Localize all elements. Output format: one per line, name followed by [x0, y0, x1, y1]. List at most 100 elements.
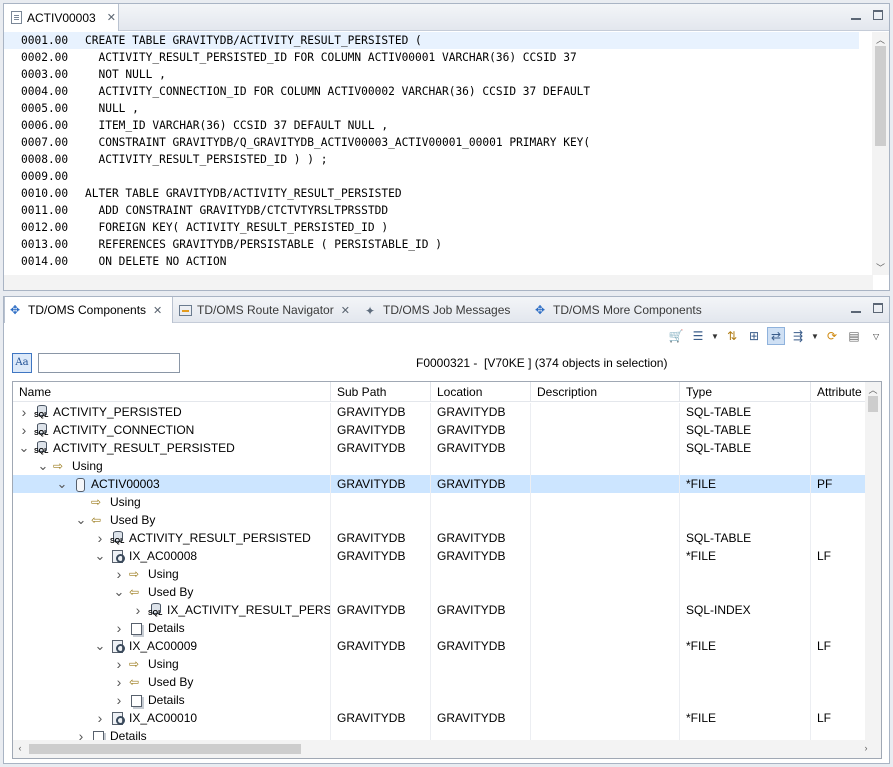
tree-row[interactable]: › ACTIVITY_PERSISTED GRAVITYDBGRAVITYDB SQL… — [13, 403, 871, 421]
scrollbar-thumb[interactable] — [868, 396, 878, 412]
minimize-icon[interactable] — [851, 303, 861, 313]
column-header-description[interactable]: Description — [531, 382, 680, 402]
tree-row[interactable]: ⌄ ACTIV00003 GRAVITYDB GRAVITYDB *FILE PF — [13, 475, 871, 493]
code-line[interactable]: 0010.00 ALTER TABLE GRAVITYDB/ACTIVITY_RE… — [4, 185, 859, 202]
chevron-down-icon[interactable]: ⌄ — [94, 637, 106, 655]
code-line[interactable]: 0001.00 CREATE TABLE GRAVITYDB/ACTIVITY_R… — [4, 32, 859, 49]
tree-horizontal-scrollbar[interactable]: ‹ › — [13, 740, 881, 758]
chevron-down-icon[interactable]: ▼ — [811, 332, 819, 341]
close-icon[interactable]: ✕ — [153, 304, 162, 317]
chevron-down-icon[interactable]: ⌄ — [75, 511, 87, 529]
editor-horizontal-scrollbar[interactable] — [4, 275, 873, 290]
chevron-right-icon[interactable]: › — [113, 655, 125, 673]
code-area[interactable]: 0001.00 CREATE TABLE GRAVITYDB/ACTIVITY_R… — [4, 32, 859, 276]
expand-icon[interactable]: ⊞ — [745, 327, 763, 345]
tree-row[interactable]: › IX_AC00010 GRAVITYDB GRAVITYDB *FILE LF — [13, 709, 871, 727]
link-with-selection-icon[interactable]: ⇄ — [767, 327, 785, 345]
chevron-right-icon[interactable]: › — [113, 565, 125, 583]
refresh-icon[interactable]: ⟳ — [823, 327, 841, 345]
scroll-up-icon[interactable]: ︿ — [872, 33, 889, 46]
chevron-down-icon[interactable]: ⌄ — [18, 439, 30, 457]
scroll-right-icon[interactable]: › — [859, 743, 873, 753]
code-line[interactable]: 0007.00 CONSTRAINT GRAVITYDB/Q_GRAVITYDB… — [4, 134, 859, 151]
cart-icon[interactable]: 🛒 — [667, 327, 685, 345]
code-line[interactable]: 0011.00 ADD CONSTRAINT GRAVITYDB/CTCTVTY… — [4, 202, 859, 219]
tab-route-navigator[interactable]: TD/OMS Route Navigator ✕ — [174, 297, 357, 323]
chevron-down-icon[interactable]: ⌄ — [56, 475, 68, 493]
scroll-up-icon[interactable]: ︿ — [865, 383, 881, 396]
tree-row[interactable]: ⌄ Using — [13, 457, 871, 475]
case-sensitive-icon[interactable]: Aa — [12, 353, 32, 373]
chevron-right-icon[interactable]: › — [113, 673, 125, 691]
code-line[interactable]: 0004.00 ACTIVITY_CONNECTION_ID FOR COLUM… — [4, 83, 859, 100]
column-header-name[interactable]: Name — [13, 382, 331, 402]
tree-row[interactable]: ⌄ ACTIVITY_RESULT_PERSISTED GRAVITYDBGRAVI… — [13, 439, 871, 457]
column-header-type[interactable]: Type — [680, 382, 811, 402]
tree-row[interactable]: ⌄ Used By — [13, 511, 871, 529]
column-header-subpath[interactable]: Sub Path — [331, 382, 431, 402]
tree-row[interactable]: › Details — [13, 619, 871, 637]
tree-row[interactable]: ⌄ IX_AC00009 GRAVITYDB GRAVITYDB *FILE LF — [13, 637, 871, 655]
tree-row[interactable]: › Details — [13, 691, 871, 709]
code-line[interactable]: 0009.00 — [4, 168, 859, 185]
chevron-down-icon[interactable]: ⌄ — [37, 457, 49, 475]
chevron-right-icon[interactable]: › — [132, 601, 144, 619]
close-icon[interactable]: ✕ — [107, 11, 116, 24]
chevron-down-icon[interactable]: ⌄ — [113, 583, 125, 601]
scrollbar-thumb[interactable] — [29, 744, 301, 754]
tree-row[interactable]: › ACTIVITY_CONNECTION GRAVITYDBGRAVITYDB SQ… — [13, 421, 871, 439]
code-line[interactable]: 0008.00 ACTIVITY_RESULT_PERSISTED_ID ) )… — [4, 151, 859, 168]
chevron-right-icon[interactable]: › — [94, 709, 106, 727]
tab-more-components[interactable]: ✥ TD/OMS More Components — [530, 297, 720, 323]
scroll-left-icon[interactable]: ‹ — [13, 743, 27, 753]
cell-location — [431, 457, 531, 475]
tree-row[interactable]: › Using — [13, 565, 871, 583]
cell-description — [531, 637, 680, 655]
chevron-right-icon[interactable]: › — [18, 403, 30, 421]
tree-row[interactable]: › Used By — [13, 673, 871, 691]
chevron-down-icon[interactable]: ▼ — [711, 332, 719, 341]
tree-row[interactable]: › Using — [13, 655, 871, 673]
tab-components[interactable]: ✥ TD/OMS Components ✕ — [4, 297, 173, 323]
sort-icon[interactable]: ⇅ — [723, 327, 741, 345]
tree-row[interactable]: Using — [13, 493, 871, 511]
code-line[interactable]: 0012.00 FOREIGN KEY( ACTIVITY_RESULT_PER… — [4, 219, 859, 236]
chevron-right-icon[interactable]: › — [94, 529, 106, 547]
tab-job-messages[interactable]: ✦ TD/OMS Job Messages — [360, 297, 525, 323]
filter-input[interactable] — [38, 353, 180, 373]
code-text: ALTER TABLE GRAVITYDB/ACTIVITY_RESULT_PE… — [85, 187, 402, 200]
document-icon[interactable]: ▤ — [845, 327, 863, 345]
code-line[interactable]: 0006.00 ITEM_ID VARCHAR(36) CCSID 37 DEF… — [4, 117, 859, 134]
tree-vertical-scrollbar[interactable]: ︿ — [865, 382, 881, 740]
tree-row[interactable]: ⌄ Used By — [13, 583, 871, 601]
list-view-icon[interactable]: ☰ — [689, 327, 707, 345]
chevron-down-icon[interactable]: ⌄ — [94, 547, 106, 565]
view-menu-icon[interactable]: ▽ — [873, 332, 881, 341]
chevron-right-icon[interactable]: › — [113, 619, 125, 637]
code-line[interactable]: 0003.00 NOT NULL , — [4, 66, 859, 83]
view-window-controls — [851, 303, 883, 313]
maximize-icon[interactable] — [873, 303, 883, 313]
code-line[interactable]: 0013.00 REFERENCES GRAVITYDB/PERSISTABLE… — [4, 236, 859, 253]
scrollbar-thumb[interactable] — [875, 46, 886, 146]
chevron-right-icon[interactable]: › — [18, 421, 30, 439]
code-line[interactable]: 0014.00 ON DELETE NO ACTION — [4, 253, 859, 270]
code-line[interactable]: 0002.00 ACTIVITY_RESULT_PERSISTED_ID FOR… — [4, 49, 859, 66]
scroll-down-icon[interactable]: ﹀ — [872, 261, 889, 274]
filter-icon[interactable]: ⇶ — [789, 327, 807, 345]
sql-table-icon — [34, 404, 49, 420]
tree-row[interactable]: ⌄ IX_AC00008 GRAVITYDB GRAVITYDB *FILE LF — [13, 547, 871, 565]
maximize-icon[interactable] — [873, 10, 883, 20]
tree-row[interactable]: › ACTIVITY_RESULT_PERSISTED GRAVITYDBGRAVI… — [13, 529, 871, 547]
cell-subpath: GRAVITYDB — [331, 403, 431, 421]
minimize-icon[interactable] — [851, 10, 861, 20]
column-header-location[interactable]: Location — [431, 382, 531, 402]
tree-row[interactable]: ›IX_ACTIVITY_RESULT_PERSISTGRAVITYDBGRAV… — [13, 601, 871, 619]
close-icon[interactable]: ✕ — [341, 304, 350, 317]
components-tree[interactable]: Name Sub Path Location Description Type Attri… — [12, 381, 882, 759]
column-header-attribute[interactable]: Attribute — [811, 382, 871, 402]
chevron-right-icon[interactable]: › — [113, 691, 125, 709]
editor-vertical-scrollbar[interactable]: ︿ ﹀ — [872, 32, 889, 275]
editor-tab[interactable]: ACTIV00003 ✕ — [4, 4, 119, 31]
code-line[interactable]: 0005.00 NULL , — [4, 100, 859, 117]
